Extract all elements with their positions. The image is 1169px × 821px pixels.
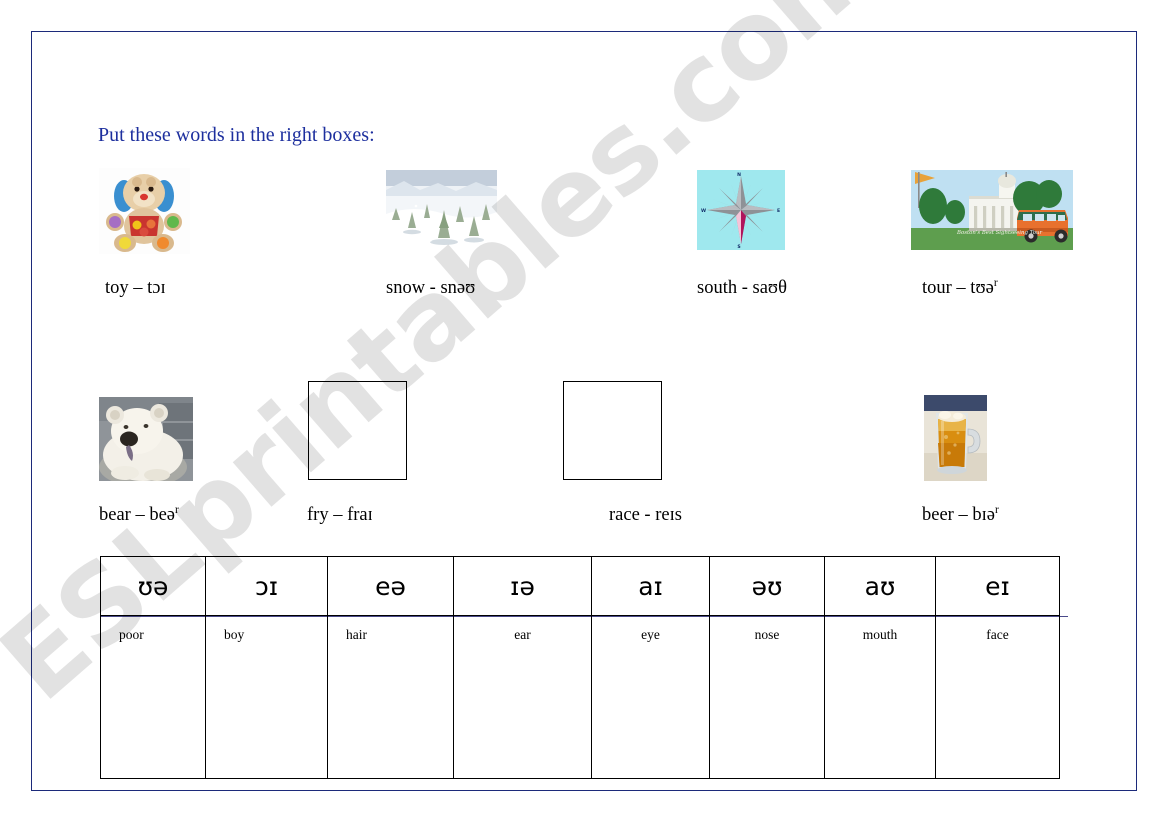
word-label-race: race - reɪs xyxy=(609,505,682,526)
ipa-header-cell-6: aʊ xyxy=(824,556,936,616)
word-label-tour-text: tour – tʊə xyxy=(922,278,994,298)
svg-text:S: S xyxy=(737,244,740,250)
ipa-header-cell-4: aɪ xyxy=(591,556,710,616)
snowy-winter-landscape-photo xyxy=(386,170,497,250)
ipa-table-header-row: ʊə ɔɪ eə ɪə aɪ əʊ aʊ eɪ xyxy=(100,556,1060,616)
polar-bear-graphic xyxy=(99,397,193,481)
word-label-south: south - saʊθ xyxy=(697,278,787,299)
instruction-text: Put these words in the right boxes: xyxy=(98,124,375,146)
ipa-header-cell-1: ɔɪ xyxy=(205,556,328,616)
ipa-answer-cell-5[interactable]: nose xyxy=(709,615,825,779)
ipa-header-cell-2: eə xyxy=(327,556,454,616)
empty-placeholder-box-race[interactable] xyxy=(563,381,662,480)
ipa-header-cell-5: əʊ xyxy=(709,556,825,616)
trolley-tour-graphic: Boston's Best Sightseeing Tour xyxy=(911,170,1073,250)
word-label-snow-text: snow - snəʊ xyxy=(386,278,476,298)
compass-rose-graphic: N S W E xyxy=(697,170,785,250)
polar-bear-photo xyxy=(99,397,193,481)
word-label-bear-sup: r xyxy=(175,503,179,516)
ipa-sorting-table: ʊə ɔɪ eə ɪə aɪ əʊ aʊ eɪ poor boy hair ea… xyxy=(100,556,1060,779)
ipa-header-cell-0: ʊə xyxy=(100,556,206,616)
word-label-bear: bear – beər xyxy=(99,503,179,526)
word-label-beer: beer – bɪər xyxy=(922,503,999,526)
ipa-answer-cell-4[interactable]: eye xyxy=(591,615,710,779)
svg-text:Boston's Best Sightseeing Tour: Boston's Best Sightseeing Tour xyxy=(956,230,1043,236)
word-label-toy-text: toy – tɔɪ xyxy=(105,278,166,298)
beer-mug-photo xyxy=(924,395,987,481)
ipa-answer-cell-3[interactable]: ear xyxy=(453,615,592,779)
word-label-beer-sup: r xyxy=(994,503,999,516)
word-label-beer-text: beer – bɪə xyxy=(922,505,995,525)
ipa-table-answer-row: poor boy hair ear eye nose mouth face xyxy=(100,615,1060,779)
plush-toy-dog-graphic xyxy=(99,168,190,254)
compass-rose-image: N S W E xyxy=(697,170,785,250)
ipa-answer-cell-7[interactable]: face xyxy=(935,615,1060,779)
svg-text:W: W xyxy=(701,208,706,214)
svg-text:E: E xyxy=(777,208,780,214)
plush-toy-dog-photo xyxy=(99,168,190,254)
word-label-bear-text: bear – beə xyxy=(99,505,176,525)
worksheet-content: Put these words in the right boxes: toy … xyxy=(0,0,1169,821)
ipa-header-cell-7: eɪ xyxy=(935,556,1060,616)
word-label-fry: fry – fraɪ xyxy=(307,505,373,526)
ipa-header-cell-3: ɪə xyxy=(453,556,592,616)
word-label-race-text: race - reɪs xyxy=(609,505,682,525)
word-label-snow: snow - snəʊ xyxy=(386,278,475,299)
word-label-toy: toy – tɔɪ xyxy=(105,278,166,299)
ipa-answer-cell-1[interactable]: boy xyxy=(205,615,328,779)
snow-scene-graphic xyxy=(386,170,497,250)
word-label-south-text: south - saʊθ xyxy=(697,278,787,298)
word-label-fry-text: fry – fraɪ xyxy=(307,505,373,525)
ipa-answer-cell-6[interactable]: mouth xyxy=(824,615,936,779)
word-label-tour: tour – tʊər xyxy=(922,276,998,299)
svg-text:N: N xyxy=(737,172,741,178)
ipa-answer-cell-2[interactable]: hair xyxy=(327,615,454,779)
ipa-answer-cell-0[interactable]: poor xyxy=(100,615,206,779)
tour-trolley-bus-photo: Boston's Best Sightseeing Tour xyxy=(911,170,1073,250)
word-label-tour-sup: r xyxy=(993,276,998,289)
beer-mug-graphic xyxy=(924,395,987,481)
empty-placeholder-box-fry[interactable] xyxy=(308,381,407,480)
